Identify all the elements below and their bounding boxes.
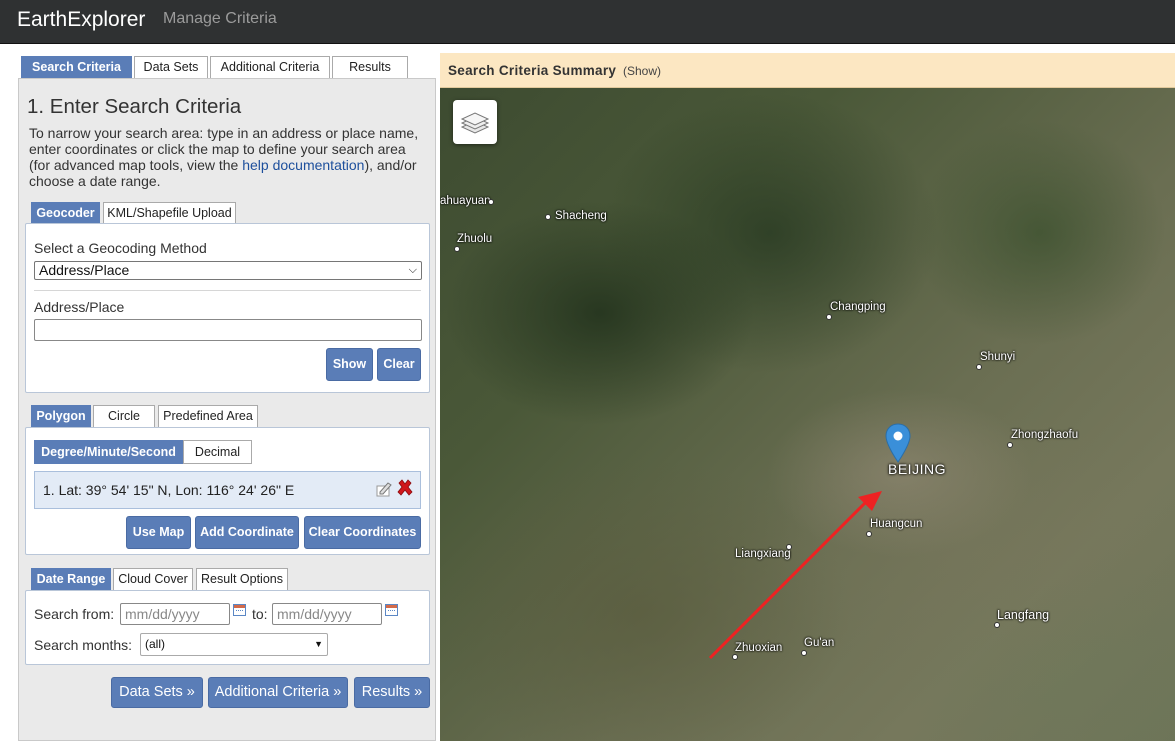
show-button[interactable]: Show <box>326 348 373 381</box>
geocoding-method-label: Select a Geocoding Method <box>34 240 207 256</box>
brand-title[interactable]: EarthExplorer <box>17 8 145 32</box>
layers-button[interactable] <box>453 100 497 144</box>
place-dot <box>976 364 982 370</box>
search-criteria-summary-bar: Search Criteria Summary (Show) <box>440 53 1175 88</box>
clear-coordinates-button[interactable]: Clear Coordinates <box>304 516 421 549</box>
place-label: Langfang <box>997 608 1050 622</box>
clear-button[interactable]: Clear <box>377 348 421 381</box>
manage-criteria-link[interactable]: Manage Criteria <box>163 10 277 28</box>
edit-icon[interactable] <box>375 480 393 498</box>
top-navbar: EarthExplorer Manage Criteria <box>0 0 1175 44</box>
tab-degree-minute-second[interactable]: Degree/Minute/Second <box>34 440 183 464</box>
coordinate-row: 1. Lat: 39° 54' 15" N, Lon: 116° 24' 26"… <box>34 471 421 509</box>
search-months-select[interactable]: (all) ▼ <box>140 633 328 656</box>
place-label-beijing: BEIJING <box>888 461 946 477</box>
tab-geocoder[interactable]: Geocoder <box>31 202 100 224</box>
tab-circle[interactable]: Circle <box>93 405 155 427</box>
place-dot <box>994 622 1000 628</box>
search-from-input[interactable]: mm/dd/yyyy <box>120 603 230 625</box>
layers-icon <box>460 112 490 134</box>
place-dot <box>1007 442 1013 448</box>
tab-cloud-cover[interactable]: Cloud Cover <box>113 568 193 590</box>
tab-result-options[interactable]: Result Options <box>196 568 288 590</box>
calendar-icon[interactable] <box>385 604 398 616</box>
tab-results[interactable]: Results <box>332 56 408 78</box>
results-next-button[interactable]: Results » <box>354 677 430 708</box>
tab-data-sets[interactable]: Data Sets <box>134 56 208 78</box>
place-dot <box>488 199 494 205</box>
map-marker-icon[interactable] <box>885 423 911 463</box>
tab-date-range[interactable]: Date Range <box>31 568 111 590</box>
geocoding-method-select[interactable]: Address/Place ⌵ <box>34 261 422 280</box>
place-label: Zhuolu <box>457 233 493 245</box>
map-view[interactable]: Search Criteria Summary (Show) ahuayuan … <box>440 53 1175 741</box>
summary-title: Search Criteria Summary <box>448 63 617 78</box>
place-label: Zhongzhaofu <box>1011 429 1079 441</box>
place-label: Changping <box>830 301 886 313</box>
place-dot <box>454 246 460 252</box>
intro-text: To narrow your search area: type in an a… <box>29 125 419 189</box>
place-dot <box>545 214 551 220</box>
calendar-icon[interactable] <box>233 604 246 616</box>
tab-decimal[interactable]: Decimal <box>183 440 252 464</box>
address-input[interactable] <box>34 319 422 341</box>
place-label: Shunyi <box>980 351 1016 363</box>
to-label: to: <box>252 606 268 622</box>
help-documentation-link[interactable]: help documentation <box>242 157 364 173</box>
tab-search-criteria[interactable]: Search Criteria <box>21 56 132 78</box>
tab-predefined-area[interactable]: Predefined Area <box>158 405 258 427</box>
section-title: 1. Enter Search Criteria <box>27 95 242 118</box>
tab-polygon[interactable]: Polygon <box>31 405 91 427</box>
tab-kml-upload[interactable]: KML/Shapefile Upload <box>103 202 236 224</box>
data-sets-next-button[interactable]: Data Sets » <box>111 677 203 708</box>
annotation-arrow <box>708 491 882 660</box>
search-from-label: Search from: <box>34 606 115 622</box>
use-map-button[interactable]: Use Map <box>126 516 191 549</box>
additional-criteria-next-button[interactable]: Additional Criteria » <box>208 677 348 708</box>
delete-icon[interactable] <box>396 479 414 497</box>
coordinate-text: 1. Lat: 39° 54' 15" N, Lon: 116° 24' 26"… <box>43 482 295 498</box>
divider <box>34 290 421 291</box>
add-coordinate-button[interactable]: Add Coordinate <box>195 516 299 549</box>
place-dot <box>826 314 832 320</box>
tab-additional-criteria[interactable]: Additional Criteria <box>210 56 330 78</box>
address-label: Address/Place <box>34 299 125 315</box>
chevron-down-icon: ⌵ <box>408 264 417 276</box>
caret-down-icon: ▼ <box>314 639 323 649</box>
place-label: Shacheng <box>555 210 607 222</box>
search-to-input[interactable]: mm/dd/yyyy <box>272 603 382 625</box>
summary-show-toggle[interactable]: (Show) <box>623 64 661 78</box>
search-months-label: Search months: <box>34 637 133 653</box>
place-label: ahuayuan <box>440 195 491 207</box>
